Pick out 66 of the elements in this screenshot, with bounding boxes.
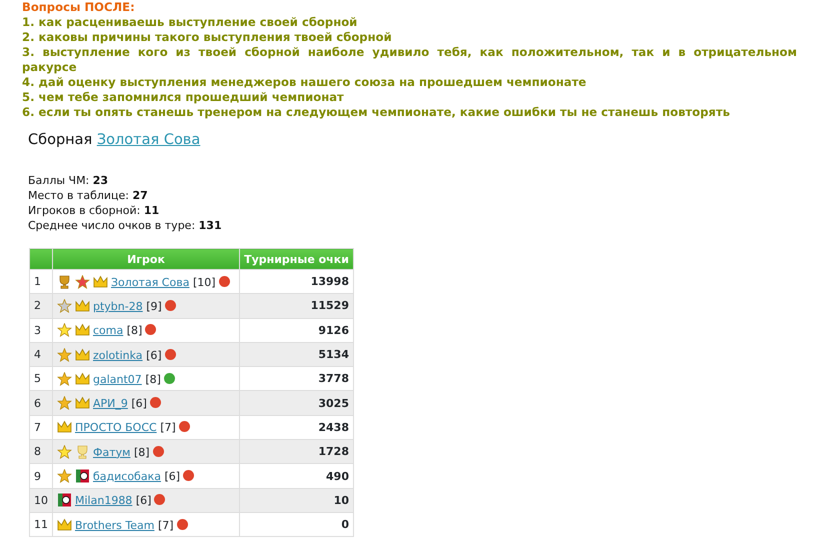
questions-title: Вопросы ПОСЛЕ: bbox=[22, 0, 136, 15]
player-link[interactable]: ptybn-28 bbox=[93, 300, 143, 313]
player-level: [7] bbox=[158, 518, 174, 532]
rank-cell: 10 bbox=[30, 488, 52, 512]
rank-cell: 8 bbox=[30, 440, 52, 464]
stat-text: Среднее число очков в туре: 131 bbox=[28, 218, 223, 233]
player-level: [10] bbox=[192, 276, 216, 289]
rank-cell: 6 bbox=[30, 390, 52, 416]
rank-cell: 4 bbox=[30, 342, 52, 367]
crown-icon bbox=[93, 274, 108, 289]
points-cell: 3025 bbox=[240, 390, 354, 416]
column-header: Игрок bbox=[52, 248, 240, 270]
rank-cell: 3 bbox=[30, 318, 52, 342]
points-cell: 10 bbox=[240, 488, 354, 512]
player-level: [8] bbox=[126, 324, 142, 338]
points-cell: 0 bbox=[240, 512, 354, 537]
player-link[interactable]: АРИ_9 bbox=[93, 397, 128, 410]
stat-text: Место в таблице: 27 bbox=[28, 188, 149, 203]
question-text: 3. выступление кого из твоей сборной наиболе удивило тебя, как положительном, так и в отрицательном ракурсе bbox=[22, 45, 797, 75]
trophy-icon bbox=[75, 444, 90, 459]
points-cell: 1728 bbox=[240, 440, 354, 464]
player-level: [6] bbox=[136, 494, 152, 508]
player-link[interactable]: ПРОСТО БОСС bbox=[75, 421, 157, 434]
team-link[interactable]: Золотая Сова bbox=[96, 132, 200, 148]
player-level: [6] bbox=[164, 470, 180, 484]
question-text: 5. чем тебе запомнился прошедший чемпионат bbox=[22, 90, 345, 105]
player-level: [8] bbox=[145, 372, 161, 386]
points-cell: 490 bbox=[240, 464, 354, 488]
points-cell: 11529 bbox=[240, 294, 354, 318]
crown-icon bbox=[57, 518, 72, 532]
stat-text: Игроков в сборной: 11 bbox=[28, 203, 160, 218]
player-link[interactable]: бадисобака bbox=[93, 470, 161, 484]
crown-icon bbox=[75, 323, 90, 338]
crown-icon bbox=[75, 396, 90, 410]
player-level: [6] bbox=[131, 397, 147, 410]
question-text: 6. если ты опять станешь тренером на следующем чемпионате, какие ошибки ты не станешь повторять bbox=[22, 105, 731, 120]
rank-cell: 2 bbox=[30, 294, 52, 318]
question-text: 1. как расцениваешь выступление своей сборной bbox=[22, 15, 358, 30]
player-link[interactable]: Brothers Team bbox=[75, 518, 154, 532]
rank-cell: 11 bbox=[30, 512, 52, 537]
trophy-icon bbox=[57, 274, 72, 289]
question-text: 2. каковы причины такого выступления твоей сборной bbox=[22, 30, 393, 45]
crown-icon bbox=[57, 420, 72, 434]
crown-icon bbox=[75, 348, 90, 362]
player-link[interactable]: coma bbox=[93, 324, 124, 338]
player-link[interactable]: Золотая Сова bbox=[111, 276, 190, 289]
team-label: Сборная bbox=[28, 132, 92, 148]
rank-cell: 9 bbox=[30, 464, 52, 488]
crown-icon bbox=[75, 298, 90, 313]
points-cell: 5134 bbox=[240, 342, 354, 367]
points-cell: 9126 bbox=[240, 318, 354, 342]
player-link[interactable]: Milan1988 bbox=[75, 494, 132, 508]
club-crest-icon bbox=[57, 493, 72, 508]
player-level: [8] bbox=[134, 446, 150, 459]
player-level: [6] bbox=[146, 348, 162, 362]
player-level: [7] bbox=[160, 421, 176, 434]
crown-icon bbox=[75, 372, 90, 386]
question-text: 4. дай оценку выступления менеджеров нашего союза на прошедшем чемпионате bbox=[22, 75, 588, 90]
player-link[interactable]: Фатум bbox=[93, 446, 130, 459]
player-level: [9] bbox=[146, 300, 162, 313]
player-link[interactable]: galant07 bbox=[93, 372, 142, 386]
column-header: Турнирные очки bbox=[240, 248, 354, 270]
header-cell bbox=[30, 248, 52, 270]
player-link[interactable]: zolotinka bbox=[93, 348, 143, 362]
stat-text: Баллы ЧМ: 23 bbox=[28, 173, 110, 188]
club-crest-icon bbox=[75, 469, 90, 484]
